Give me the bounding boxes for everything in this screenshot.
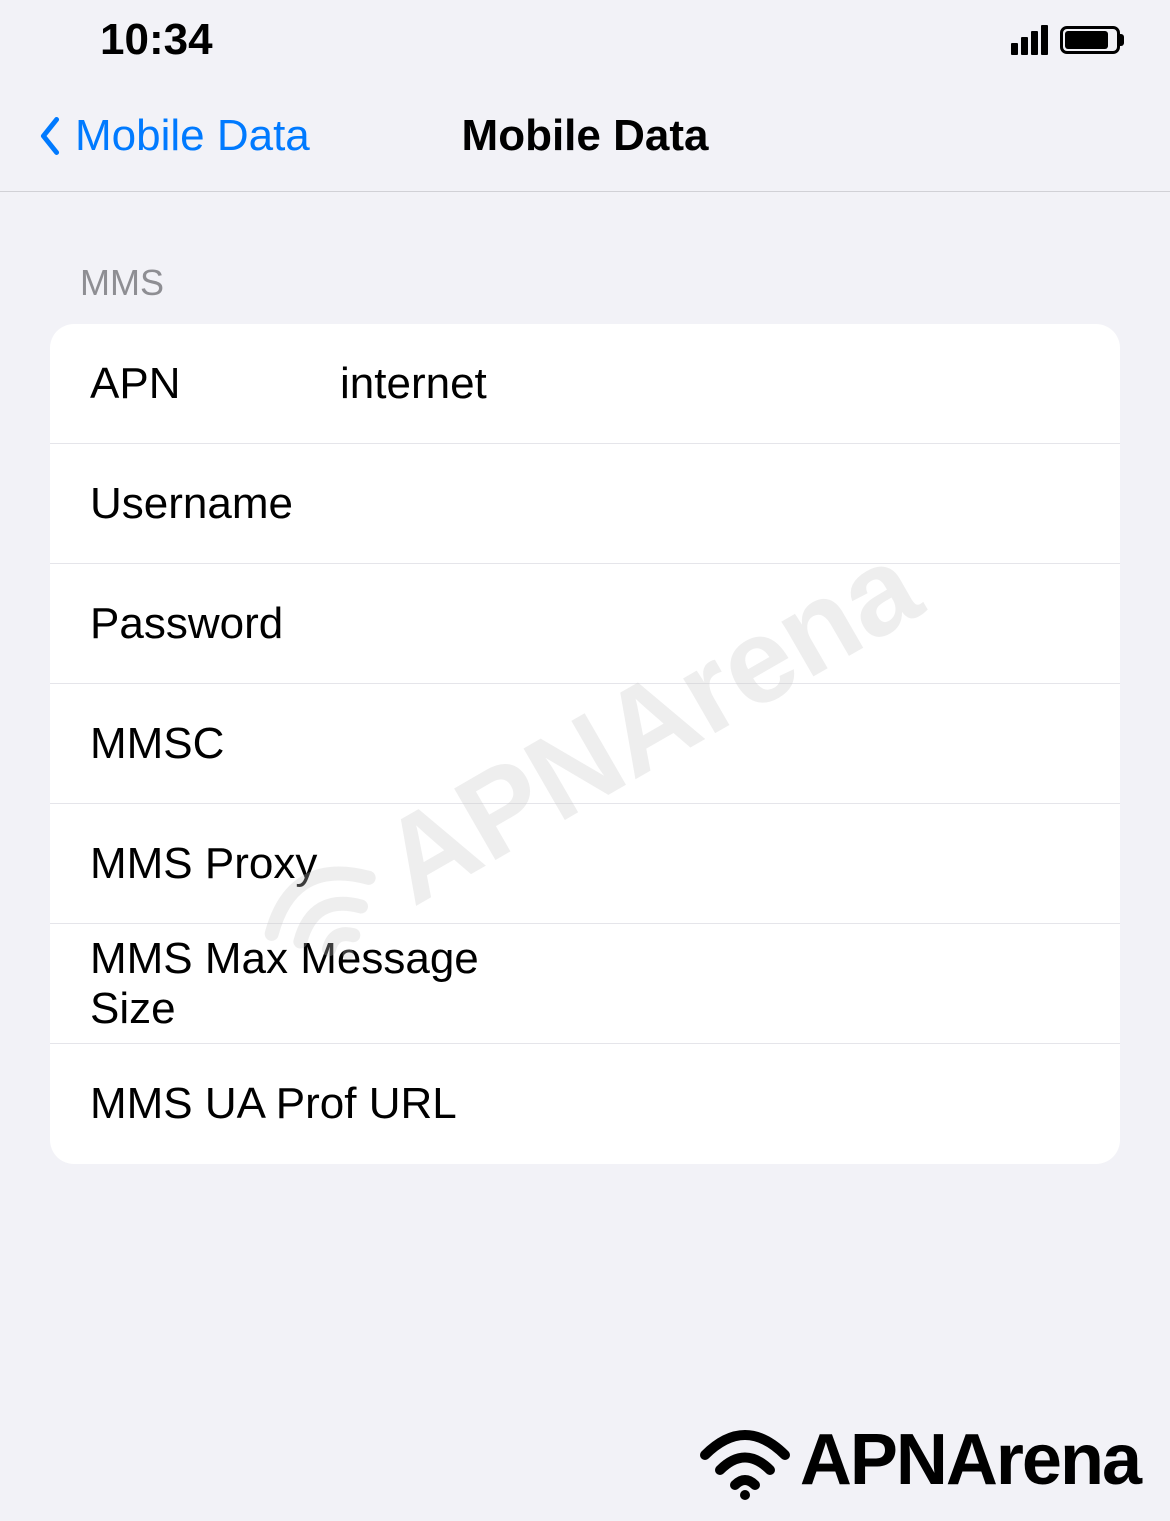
signal-icon — [1011, 25, 1048, 55]
mmsc-label: MMSC — [90, 719, 330, 769]
mms-max-size-input[interactable] — [495, 959, 1080, 1009]
username-input[interactable] — [330, 479, 1080, 529]
mms-ua-prof-label: MMS UA Prof URL — [90, 1079, 457, 1129]
footer-logo: APNArena — [695, 1419, 1140, 1501]
mms-max-size-label: MMS Max Message Size — [90, 934, 495, 1034]
mms-proxy-row[interactable]: MMS Proxy — [50, 804, 1120, 924]
password-row[interactable]: Password — [50, 564, 1120, 684]
mmsc-input[interactable] — [330, 719, 1080, 769]
mms-max-size-row[interactable]: MMS Max Message Size — [50, 924, 1120, 1044]
mms-ua-prof-row[interactable]: MMS UA Prof URL — [50, 1044, 1120, 1164]
mms-proxy-input[interactable] — [330, 839, 1080, 889]
nav-bar: Mobile Data Mobile Data — [0, 80, 1170, 192]
page-title: Mobile Data — [462, 111, 709, 161]
back-label: Mobile Data — [75, 111, 310, 161]
status-right — [1011, 25, 1120, 55]
chevron-left-icon — [30, 111, 70, 161]
mms-ua-prof-input[interactable] — [457, 1079, 1080, 1129]
apn-row[interactable]: APN — [50, 324, 1120, 444]
password-input[interactable] — [330, 599, 1080, 649]
footer-text: APNArena — [800, 1419, 1140, 1501]
username-label: Username — [90, 479, 330, 529]
mms-proxy-label: MMS Proxy — [90, 839, 330, 889]
username-row[interactable]: Username — [50, 444, 1120, 564]
apn-input[interactable] — [330, 359, 1080, 409]
section-header: MMS — [50, 262, 1120, 324]
battery-icon — [1060, 26, 1120, 54]
settings-group: APN Username Password MMSC MMS Proxy MMS… — [50, 324, 1120, 1164]
wifi-icon — [695, 1420, 795, 1500]
status-time: 10:34 — [100, 15, 213, 65]
password-label: Password — [90, 599, 330, 649]
apn-label: APN — [90, 359, 330, 409]
back-button[interactable]: Mobile Data — [30, 111, 310, 161]
status-bar: 10:34 — [0, 0, 1170, 80]
content: MMS APN Username Password MMSC MMS Proxy… — [0, 192, 1170, 1164]
mmsc-row[interactable]: MMSC — [50, 684, 1120, 804]
